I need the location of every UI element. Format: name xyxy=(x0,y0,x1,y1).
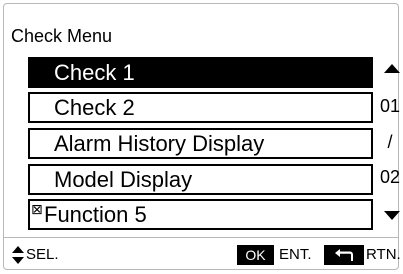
menu-item-check-2[interactable]: Check 2 xyxy=(28,92,373,123)
ok-button-badge[interactable]: OK xyxy=(237,245,274,265)
lcd-screen: Check Menu Check 1 Check 2 Alarm History… xyxy=(3,3,401,270)
return-arrow-icon xyxy=(335,249,353,261)
enter-label: ENT. xyxy=(279,246,312,263)
menu-item-label: Function 5 xyxy=(44,202,147,227)
menu-item-alarm-history-display[interactable]: Alarm History Display xyxy=(28,128,373,159)
menu-item-model-display[interactable]: Model Display xyxy=(28,164,373,195)
select-label: SEL. xyxy=(26,246,59,263)
page-title: Check Menu xyxy=(11,26,113,46)
page-total: 02 xyxy=(379,167,401,187)
page-current: 01 xyxy=(379,96,401,116)
footer-divider xyxy=(4,237,398,238)
menu-item-check-1[interactable]: Check 1 xyxy=(28,57,373,88)
checkbox-icon: ⊠ xyxy=(31,201,43,217)
menu-item-label: Check 2 xyxy=(54,95,135,120)
menu-item-function-5[interactable]: ⊠ Function 5 xyxy=(28,199,373,230)
scroll-down-arrow-icon[interactable] xyxy=(384,211,400,220)
menu-item-label: Alarm History Display xyxy=(54,131,265,156)
return-button-badge[interactable] xyxy=(324,245,364,265)
page-separator: / xyxy=(387,132,393,152)
menu-item-label: Check 1 xyxy=(54,60,135,85)
menu-item-label: Model Display xyxy=(54,167,193,192)
up-down-arrows-icon xyxy=(12,246,24,264)
return-label: RTN. xyxy=(366,246,401,263)
scroll-up-arrow-icon[interactable] xyxy=(384,64,400,73)
